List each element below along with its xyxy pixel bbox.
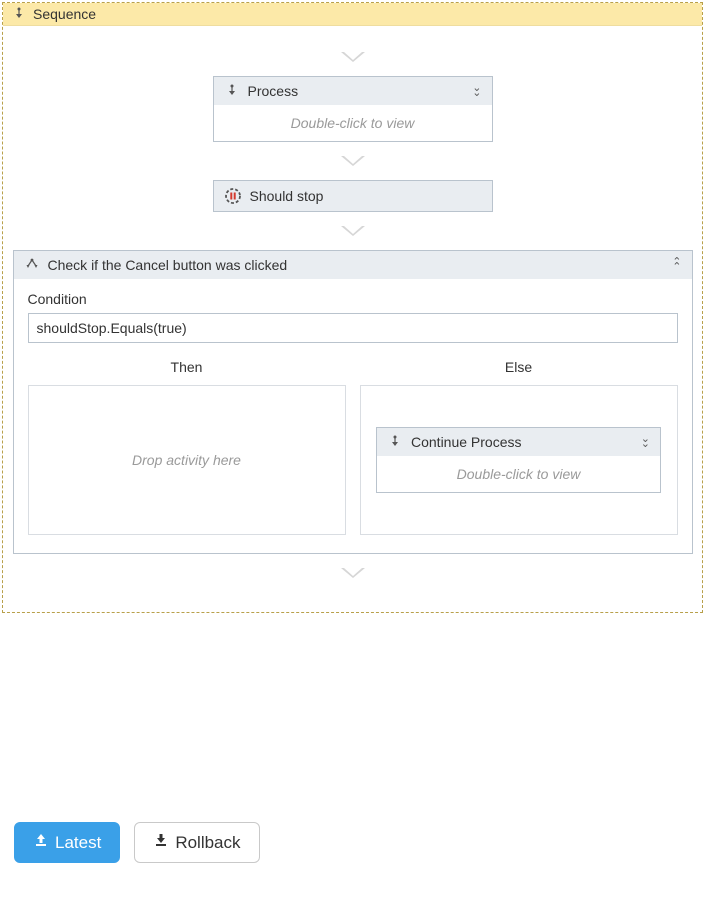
rollback-button[interactable]: Rollback: [134, 822, 259, 863]
if-activity[interactable]: Check if the Cancel button was clicked ⌃…: [13, 250, 693, 554]
drop-indicator[interactable]: [341, 52, 365, 62]
else-container[interactable]: Continue Process ⌄⌄ Double-click to view: [360, 385, 678, 535]
download-icon: [153, 832, 169, 853]
condition-input[interactable]: [28, 313, 678, 343]
sequence-header[interactable]: Sequence: [3, 3, 702, 26]
continue-process-hint[interactable]: Double-click to view: [377, 456, 660, 492]
sequence-body: Process ⌄⌄ Double-click to view Should s…: [3, 26, 702, 612]
collapse-icon[interactable]: ⌃⌃: [672, 260, 681, 270]
drop-indicator[interactable]: [341, 568, 365, 578]
stop-icon: [224, 187, 242, 205]
then-branch: Then Drop activity here: [28, 351, 346, 535]
continue-process-header[interactable]: Continue Process ⌄⌄: [377, 428, 660, 456]
drop-indicator[interactable]: [341, 226, 365, 236]
process-activity[interactable]: Process ⌄⌄ Double-click to view: [213, 76, 493, 142]
upload-icon: [33, 832, 49, 853]
drop-indicator[interactable]: [341, 156, 365, 166]
then-drop-area[interactable]: Drop activity here: [28, 385, 346, 535]
continue-process-title: Continue Process: [411, 434, 633, 450]
process-header[interactable]: Process ⌄⌄: [214, 77, 492, 105]
should-stop-activity[interactable]: Should stop: [213, 180, 493, 212]
latest-label: Latest: [55, 833, 101, 853]
then-label: Then: [28, 351, 346, 385]
expand-icon[interactable]: ⌄⌄: [641, 437, 650, 447]
if-icon: [24, 257, 40, 273]
latest-button[interactable]: Latest: [14, 822, 120, 863]
sequence-icon: [224, 83, 240, 99]
else-branch: Else: [360, 351, 678, 535]
process-title: Process: [248, 83, 465, 99]
rollback-label: Rollback: [175, 833, 240, 853]
expand-icon[interactable]: ⌄⌄: [472, 86, 481, 96]
continue-process-activity[interactable]: Continue Process ⌄⌄ Double-click to view: [376, 427, 661, 493]
sequence-title: Sequence: [33, 6, 96, 22]
footer-buttons: Latest Rollback: [14, 822, 260, 863]
should-stop-title: Should stop: [250, 188, 324, 204]
sequence-icon: [387, 434, 403, 450]
else-label: Else: [360, 351, 678, 385]
sequence-icon: [11, 6, 27, 22]
sequence-activity[interactable]: Sequence Process ⌄⌄ Double-click to view: [2, 2, 703, 613]
if-title: Check if the Cancel button was clicked: [48, 257, 665, 273]
if-body: Condition Then Drop activity here Else: [14, 279, 692, 553]
if-header[interactable]: Check if the Cancel button was clicked ⌃…: [14, 251, 692, 279]
process-hint[interactable]: Double-click to view: [214, 105, 492, 141]
condition-label: Condition: [28, 291, 678, 307]
